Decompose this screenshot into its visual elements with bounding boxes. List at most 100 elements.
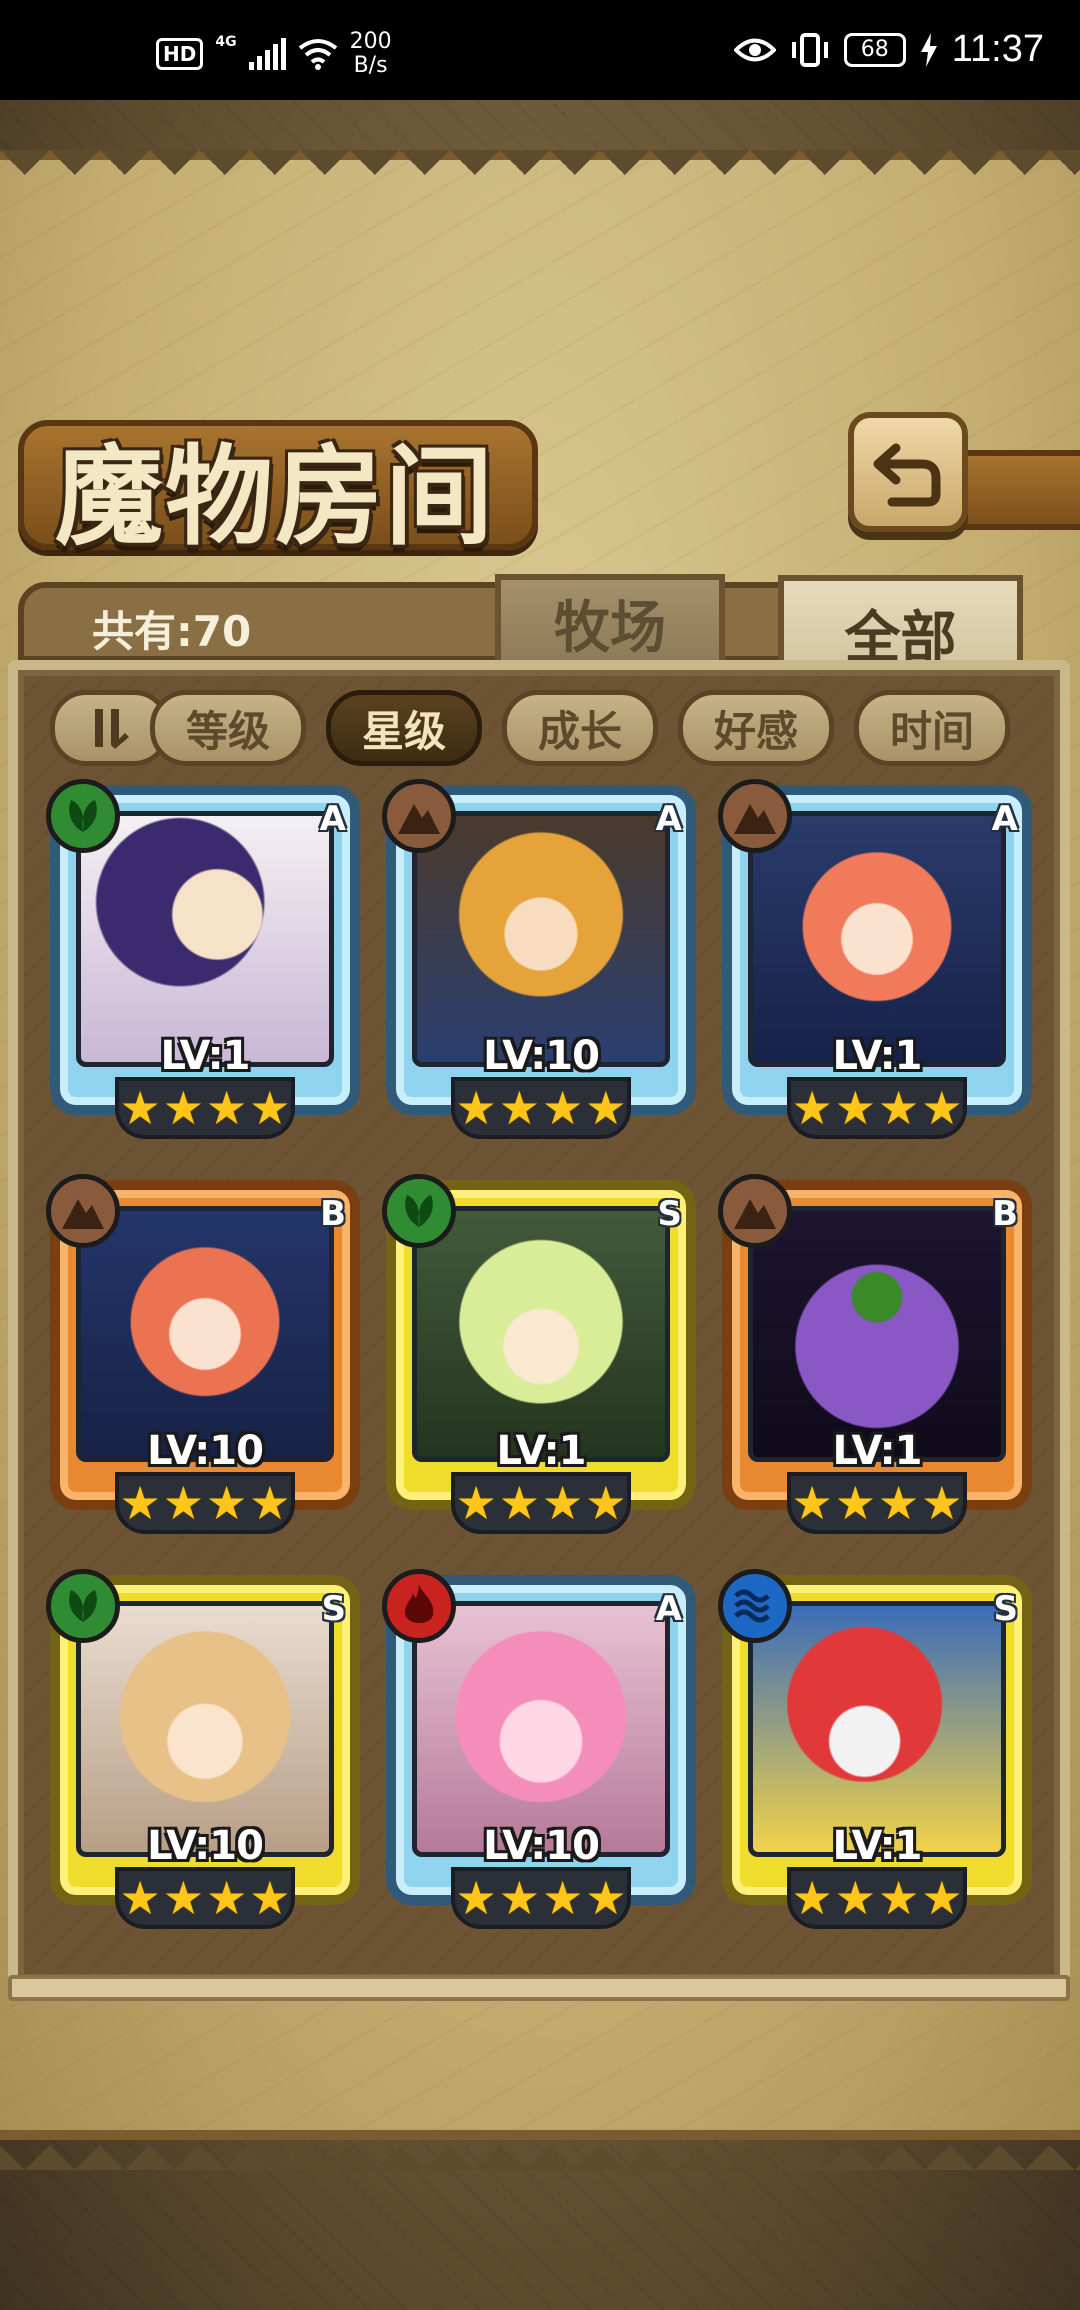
eye-icon bbox=[733, 38, 776, 61]
star-icon: ★ bbox=[542, 1476, 584, 1530]
return-arrow-icon bbox=[873, 443, 941, 507]
star-icon: ★ bbox=[585, 1081, 627, 1135]
tab-ranch[interactable]: 牧场 bbox=[495, 574, 725, 666]
star-icon: ★ bbox=[119, 1871, 161, 1925]
earth-element-icon bbox=[46, 1174, 120, 1248]
sort-by-time[interactable]: 时间 bbox=[854, 690, 1010, 766]
back-button[interactable] bbox=[848, 412, 968, 532]
monster-count: 共有:70 bbox=[92, 607, 252, 656]
grade-badge: A bbox=[991, 799, 1018, 839]
star-rating: ★ ★ ★ ★ bbox=[787, 1472, 967, 1534]
grass-element-icon bbox=[382, 1174, 456, 1248]
star-icon: ★ bbox=[498, 1476, 540, 1530]
monster-card[interactable]: A LV:1 ★ ★ ★ ★ bbox=[46, 779, 360, 1145]
star-icon: ★ bbox=[498, 1081, 540, 1135]
monster-level: LV:1 bbox=[832, 1428, 923, 1474]
star-icon: ★ bbox=[878, 1871, 920, 1925]
star-icon: ★ bbox=[921, 1476, 963, 1530]
star-icon: ★ bbox=[834, 1871, 876, 1925]
monster-level: LV:1 bbox=[832, 1033, 923, 1079]
star-rating: ★ ★ ★ ★ bbox=[787, 1077, 967, 1139]
signal-icon bbox=[248, 38, 286, 70]
star-icon: ★ bbox=[921, 1081, 963, 1135]
sort-by-growth[interactable]: 成长 bbox=[502, 690, 658, 766]
monster-level: LV:10 bbox=[483, 1033, 600, 1079]
star-icon: ★ bbox=[834, 1081, 876, 1135]
star-icon: ★ bbox=[878, 1081, 920, 1135]
sort-by-star[interactable]: 星级 bbox=[326, 690, 482, 766]
grade-badge: S bbox=[657, 1194, 683, 1234]
grade-badge: A bbox=[655, 1589, 682, 1629]
star-icon: ★ bbox=[585, 1871, 627, 1925]
monster-level: LV:1 bbox=[496, 1428, 587, 1474]
monster-portrait bbox=[412, 1206, 670, 1462]
star-icon: ★ bbox=[791, 1871, 833, 1925]
monster-card[interactable]: A LV:10 ★ ★ ★ ★ bbox=[382, 1569, 696, 1935]
grade-badge: A bbox=[319, 799, 346, 839]
star-rating: ★ ★ ★ ★ bbox=[451, 1867, 631, 1929]
sort-by-affection[interactable]: 好感 bbox=[678, 690, 834, 766]
monster-card[interactable]: S LV:1 ★ ★ ★ ★ bbox=[382, 1174, 696, 1540]
monster-portrait bbox=[76, 1206, 334, 1462]
star-rating: ★ ★ ★ ★ bbox=[787, 1867, 967, 1929]
back-button-rail bbox=[960, 450, 1080, 530]
zigzag-border-bottom bbox=[0, 2120, 1080, 2170]
earth-element-icon bbox=[718, 779, 792, 853]
monster-portrait bbox=[748, 1601, 1006, 1857]
star-icon: ★ bbox=[119, 1081, 161, 1135]
earth-element-icon bbox=[718, 1174, 792, 1248]
monster-card[interactable]: S LV:1 ★ ★ ★ ★ bbox=[718, 1569, 1032, 1935]
star-icon: ★ bbox=[162, 1871, 204, 1925]
monster-card[interactable]: A LV:1 ★ ★ ★ ★ bbox=[718, 779, 1032, 1145]
star-icon: ★ bbox=[119, 1476, 161, 1530]
star-rating: ★ ★ ★ ★ bbox=[115, 1472, 295, 1534]
monster-card[interactable]: A LV:10 ★ ★ ★ ★ bbox=[382, 779, 696, 1145]
monster-card[interactable]: B LV:1 ★ ★ ★ ★ bbox=[718, 1174, 1032, 1540]
grass-element-icon bbox=[46, 779, 120, 853]
star-icon: ★ bbox=[542, 1871, 584, 1925]
star-rating: ★ ★ ★ ★ bbox=[451, 1077, 631, 1139]
star-icon: ★ bbox=[878, 1476, 920, 1530]
monster-portrait bbox=[412, 811, 670, 1067]
monster-portrait bbox=[412, 1601, 670, 1857]
star-rating: ★ ★ ★ ★ bbox=[115, 1867, 295, 1929]
star-icon: ★ bbox=[498, 1871, 540, 1925]
panel-bottom-rail bbox=[8, 1975, 1070, 2001]
sort-by-level[interactable]: 等级 bbox=[150, 690, 306, 766]
clock: 11:37 bbox=[951, 28, 1044, 70]
monster-portrait bbox=[748, 811, 1006, 1067]
battery-icon: 68 bbox=[843, 32, 906, 67]
water-element-icon bbox=[718, 1569, 792, 1643]
hd-voice-icon: HD bbox=[156, 38, 204, 70]
star-icon: ★ bbox=[455, 1871, 497, 1925]
star-icon: ★ bbox=[249, 1476, 291, 1530]
monster-level: LV:10 bbox=[147, 1823, 264, 1869]
star-icon: ★ bbox=[249, 1081, 291, 1135]
monster-level: LV:10 bbox=[483, 1823, 600, 1869]
star-icon: ★ bbox=[162, 1476, 204, 1530]
charging-icon bbox=[920, 32, 937, 67]
vibrate-icon bbox=[791, 32, 828, 67]
grade-badge: S bbox=[993, 1589, 1019, 1629]
page-title: 魔物房间 bbox=[55, 434, 496, 560]
grade-badge: B bbox=[320, 1194, 346, 1234]
monster-card[interactable]: S LV:10 ★ ★ ★ ★ bbox=[46, 1569, 360, 1935]
grade-badge: S bbox=[321, 1589, 347, 1629]
earth-element-icon bbox=[382, 779, 456, 853]
monster-card[interactable]: B LV:10 ★ ★ ★ ★ bbox=[46, 1174, 360, 1540]
star-icon: ★ bbox=[921, 1871, 963, 1925]
sort-order-icon bbox=[95, 709, 129, 749]
monster-level: LV:10 bbox=[147, 1428, 264, 1474]
star-icon: ★ bbox=[455, 1476, 497, 1530]
star-icon: ★ bbox=[791, 1081, 833, 1135]
status-bar: HD 4G 200 B/s 68 11:37 bbox=[0, 0, 1080, 100]
star-icon: ★ bbox=[206, 1081, 248, 1135]
star-icon: ★ bbox=[455, 1081, 497, 1135]
star-rating: ★ ★ ★ ★ bbox=[451, 1472, 631, 1534]
grade-badge: A bbox=[655, 799, 682, 839]
wifi-icon bbox=[298, 39, 337, 70]
monster-portrait bbox=[76, 811, 334, 1067]
star-icon: ★ bbox=[162, 1081, 204, 1135]
star-icon: ★ bbox=[834, 1476, 876, 1530]
star-icon: ★ bbox=[206, 1476, 248, 1530]
